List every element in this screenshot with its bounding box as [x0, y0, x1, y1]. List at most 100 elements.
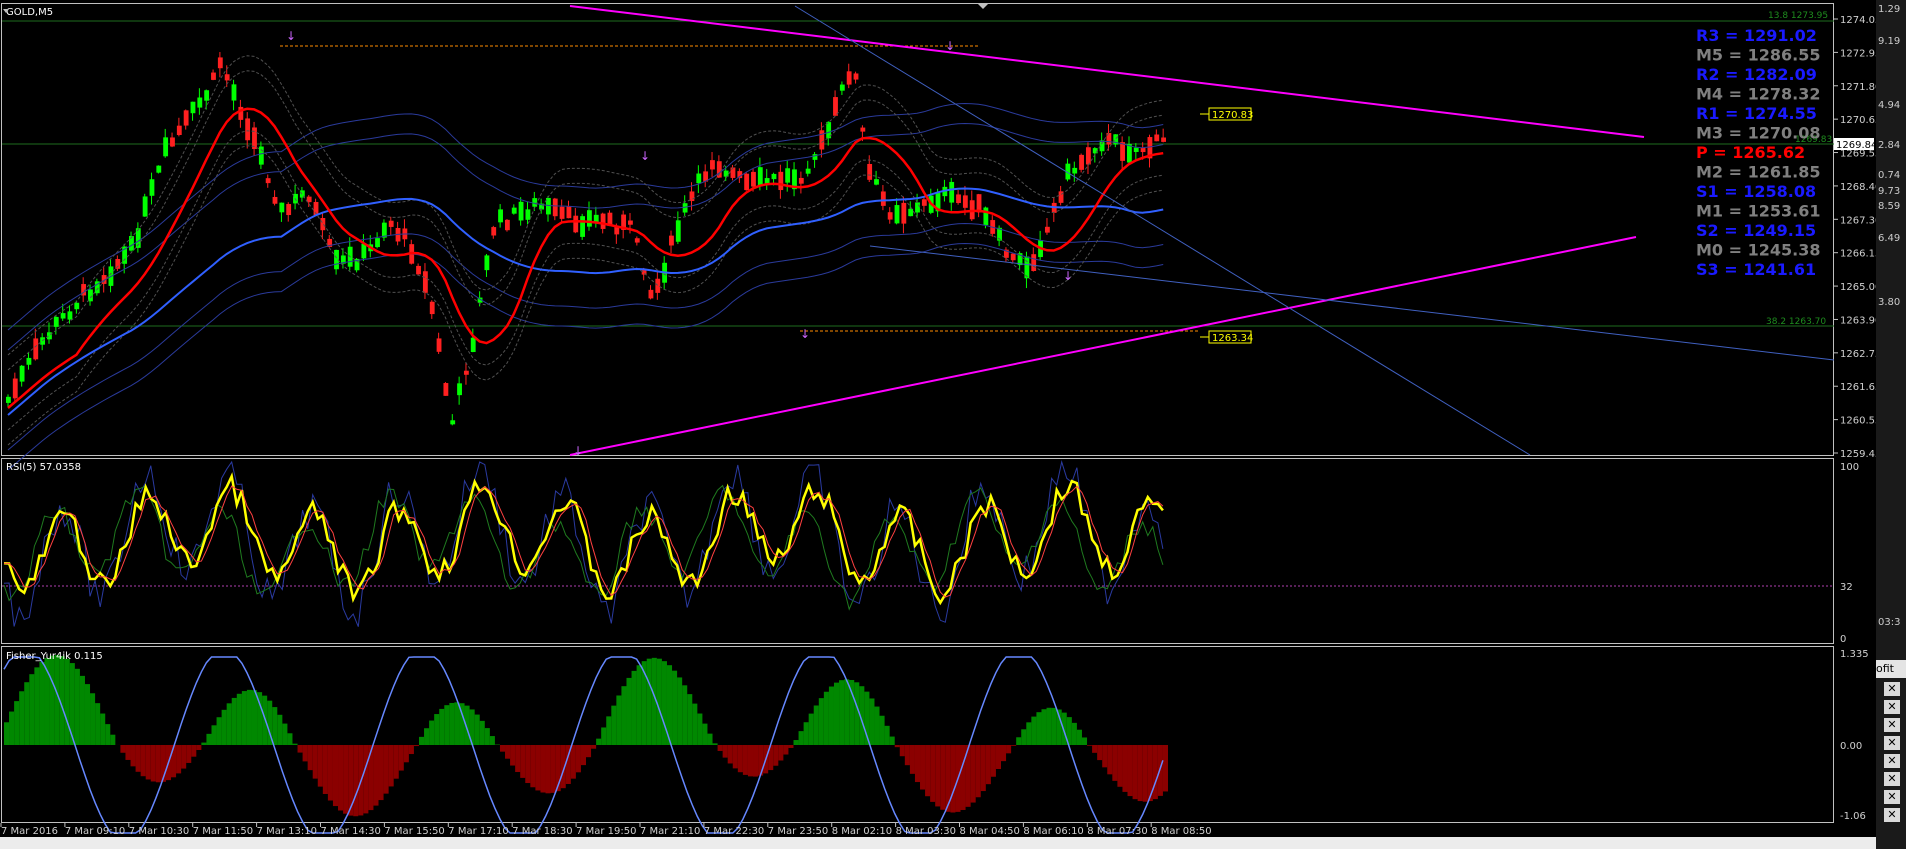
fisher-histogram-bar — [970, 745, 976, 803]
fisher-histogram-bar — [1142, 745, 1148, 802]
candle-body — [422, 271, 428, 293]
candle-body — [142, 196, 148, 217]
side-tab-profit[interactable]: ofit — [1876, 660, 1906, 678]
time-tick-label: 7 Mar 11:50 — [193, 826, 253, 837]
fractal-arrow-icon: ↓ — [800, 327, 810, 341]
fisher-histogram-bar — [95, 703, 101, 745]
candle-body — [655, 278, 661, 293]
fisher-histogram-bar — [631, 670, 637, 745]
chart-tabs-bar[interactable] — [0, 837, 1876, 849]
candle-body — [669, 235, 674, 246]
fisher-histogram-bar — [1087, 745, 1093, 746]
fisher-histogram-bar — [307, 745, 313, 771]
fisher-histogram-bar — [216, 717, 222, 745]
price-label-upper[interactable]: 1270.83 — [1200, 107, 1253, 121]
fisher-histogram-bar — [1127, 745, 1133, 797]
fisher-histogram-bar — [874, 706, 880, 745]
candle-body — [921, 199, 927, 206]
fisher-histogram-bar — [145, 745, 151, 780]
fisher-histogram-bar — [813, 705, 819, 745]
fisher-histogram-bar — [424, 728, 430, 745]
fisher-histogram-bar — [1021, 729, 1027, 745]
descending-trendline — [569, 5, 1645, 138]
fisher-histogram-bar — [292, 743, 298, 745]
chart-canvas[interactable]: ↓ ↓ ↓ ↓ ↓ ↓ GOLD,M5 RSI(5) 57.0358 Fisher_Yur… — [0, 0, 1876, 849]
mt4-chart-window: ↓ ↓ ↓ ↓ ↓ ↓ GOLD,M5 RSI(5) 57.0358 Fisher_Yur… — [0, 0, 1906, 849]
rsi-line — [3, 472, 1164, 606]
fisher-histogram-bar — [904, 745, 910, 766]
fisher-layer — [3, 655, 1168, 834]
fisher-histogram-bar — [221, 709, 227, 745]
fisher-histogram-bar — [717, 745, 723, 751]
fisher-histogram-bar — [550, 745, 556, 793]
candle-body — [470, 337, 476, 353]
side-panel-value: 0.74 — [1878, 170, 1901, 181]
close-icon[interactable]: ✕ — [1884, 754, 1900, 768]
close-icon[interactable]: ✕ — [1884, 790, 1900, 804]
close-icon[interactable]: ✕ — [1884, 736, 1900, 750]
fisher-histogram-bar — [201, 742, 207, 745]
close-icon[interactable]: ✕ — [1884, 682, 1900, 696]
candle-body — [1120, 142, 1125, 161]
fisher-histogram-bar — [327, 745, 333, 801]
candle-body — [245, 118, 251, 141]
fisher-histogram-bar — [449, 702, 455, 745]
fisher-histogram-bar — [803, 722, 809, 745]
price-label-lower[interactable]: 1263.34 — [1200, 330, 1253, 344]
fractal-arrow-icon: ↓ — [286, 29, 296, 43]
candle-body — [1161, 137, 1166, 142]
time-tick-label: 7 Mar 18:30 — [512, 826, 572, 837]
fisher-histogram-bar — [1157, 745, 1163, 796]
fisher-histogram-bar — [1016, 737, 1022, 745]
close-icon[interactable]: ✕ — [1884, 772, 1900, 786]
fisher-histogram-bar — [747, 745, 754, 777]
fisher-histogram-bar — [737, 745, 743, 773]
fisher-histogram-bar — [626, 677, 632, 745]
chart-shift-marker[interactable] — [978, 4, 988, 9]
candle-body — [757, 167, 763, 187]
candle-body — [1099, 140, 1105, 152]
fisher-histogram-bar — [535, 745, 541, 791]
fisher-histogram-bar — [505, 745, 511, 759]
close-icon[interactable]: ✕ — [1884, 808, 1900, 822]
candle-body — [819, 130, 825, 150]
close-icon[interactable]: ✕ — [1884, 718, 1900, 732]
candle-body — [730, 167, 736, 178]
candle-body — [484, 255, 490, 271]
channel-line-lower — [869, 245, 1835, 361]
candle-body — [710, 160, 715, 170]
candle-body — [778, 171, 784, 191]
fisher-histogram-bar — [479, 720, 485, 745]
fisher-histogram-bar — [1137, 745, 1143, 802]
fisher-histogram-bar — [272, 707, 278, 745]
candle-body — [874, 179, 879, 185]
rsi-tick-label: 32 — [1840, 582, 1853, 593]
candle-body — [443, 383, 449, 396]
fisher-histogram-bar — [125, 745, 131, 760]
pivot-level-label: R3 = 1291.02 — [1696, 26, 1817, 45]
time-tick-label: 7 Mar 2016 — [1, 826, 58, 837]
fisher-histogram-bar — [74, 668, 80, 745]
side-panel-value: 03:3 — [1878, 617, 1901, 628]
fisher-histogram-bar — [444, 705, 450, 745]
candle-body — [785, 168, 791, 183]
candle-body — [628, 220, 633, 225]
fisher-axis: 1.335 0.00 -1.06 — [1840, 649, 1869, 822]
close-icon[interactable]: ✕ — [1884, 700, 1900, 714]
fisher-histogram-bar — [586, 745, 592, 758]
candle-body — [894, 205, 900, 224]
fisher-histogram-bar — [398, 745, 404, 771]
fisher-histogram-bar — [29, 674, 35, 745]
candle-body — [853, 73, 859, 80]
fisher-histogram-bar — [14, 701, 20, 745]
fisher-histogram-bar — [656, 658, 662, 745]
candle-body — [272, 196, 278, 204]
fisher-histogram-bar — [1132, 745, 1138, 800]
candle-body — [163, 137, 169, 157]
fisher-histogram-bar — [246, 689, 252, 745]
price-tick-label: 1259.45 — [1840, 449, 1876, 460]
fisher-histogram-bar — [1006, 745, 1012, 754]
fisher-histogram-bar — [191, 745, 197, 757]
fisher-histogram-bar — [995, 745, 1001, 770]
fisher-histogram-bar — [722, 745, 728, 758]
